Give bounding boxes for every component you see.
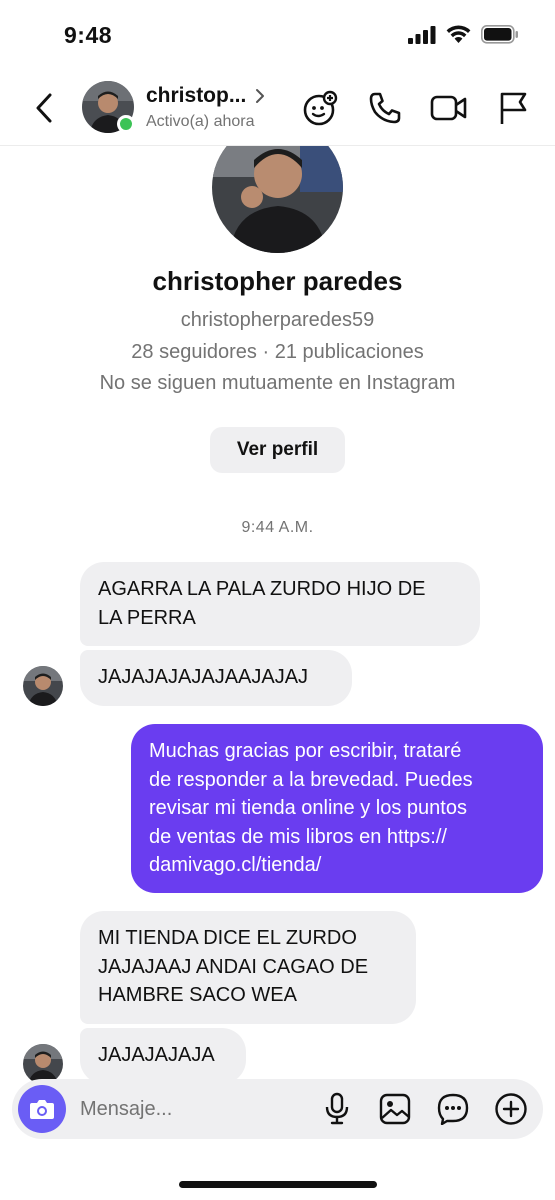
profile-stats: 28 seguidores · 21 publicaciones — [131, 341, 424, 363]
profile-mutual-status: No se siguen mutuamente en Instagram — [99, 372, 456, 394]
sender-avatar[interactable] — [23, 666, 63, 706]
header-actions — [301, 88, 533, 128]
wifi-icon — [446, 25, 471, 49]
message-input[interactable] — [80, 1091, 300, 1127]
gallery-button[interactable] — [377, 1091, 413, 1127]
voice-message-button[interactable] — [319, 1091, 355, 1127]
chat-sticker-icon — [437, 1093, 469, 1125]
profile-full-name: christopher paredes — [152, 266, 403, 296]
camera-icon — [30, 1100, 54, 1119]
message-bubble-incoming[interactable]: AGARRA LA PALA ZURDO HIJO DE LA PERRA — [80, 562, 480, 646]
sticker-button[interactable] — [435, 1091, 471, 1127]
message-line: de ventas de mis libros en https:// — [149, 825, 447, 848]
message-line: revisar mi tienda online y los puntos — [149, 797, 467, 819]
message-composer — [12, 1079, 543, 1139]
message-bubble-incoming[interactable]: JAJAJAJAJAJAAJAJAJ — [80, 650, 352, 706]
message-line: JAJAJAJAJA — [98, 1044, 215, 1066]
message-line: AGARRA LA PALA ZURDO HIJO DE — [98, 578, 426, 600]
battery-icon — [481, 25, 519, 49]
message-bubble-incoming[interactable]: JAJAJAJAJA — [80, 1028, 246, 1084]
status-time: 9:48 — [64, 22, 113, 48]
video-call-button[interactable] — [429, 88, 469, 128]
more-options-button[interactable] — [493, 1091, 529, 1127]
message-bubble-outgoing[interactable]: Muchas gracias por escribir, trataré de … — [131, 724, 543, 893]
profile-username: christopherparedes59 — [180, 309, 375, 331]
message-timestamp: 9:44 A.M. — [241, 519, 314, 536]
message-line: MI TIENDA DICE EL ZURDO — [98, 927, 357, 949]
chevron-left-icon — [36, 93, 52, 123]
audio-call-button[interactable] — [365, 88, 405, 128]
effects-button[interactable] — [301, 88, 341, 128]
contact-status: Activo(a) ahora — [146, 113, 255, 130]
contact-name-row[interactable]: christop... — [146, 84, 266, 108]
home-indicator[interactable] — [179, 1181, 377, 1188]
view-profile-button[interactable]: Ver perfil — [210, 427, 345, 473]
message-line: JAJAJAJAJAJAAJAJAJ — [98, 666, 309, 688]
sticker-smile-icon — [303, 90, 338, 126]
microphone-icon — [325, 1092, 349, 1125]
flag-icon — [500, 92, 527, 124]
plus-circle-icon — [495, 1093, 527, 1125]
message-bubble-incoming[interactable]: MI TIENDA DICE EL ZURDO JAJAJAAJ ANDAI C… — [80, 911, 416, 1024]
message-line: LA PERRA — [98, 606, 196, 629]
composer-actions — [319, 1091, 529, 1127]
status-bar: 9:48 — [0, 0, 555, 70]
contact-name: christop... — [146, 84, 247, 107]
online-indicator — [117, 115, 135, 133]
signal-icon — [408, 25, 436, 49]
video-camera-icon — [430, 95, 467, 121]
status-icons — [408, 25, 519, 49]
image-icon — [379, 1093, 411, 1125]
message-line: HAMBRE SACO WEA — [98, 984, 297, 1006]
message-line: de responder a la brevedad. Puedes — [149, 768, 473, 791]
camera-button[interactable] — [18, 1085, 66, 1133]
chevron-right-icon — [256, 89, 265, 103]
chat-header: christop... Activo(a) ahora — [0, 70, 555, 146]
sender-avatar[interactable] — [23, 1044, 63, 1084]
phone-icon — [369, 92, 401, 124]
message-line: JAJAJAAJ ANDAI CAGAO DE — [98, 955, 369, 978]
message-line: Muchas gracias por escribir, trataré — [149, 740, 462, 762]
back-button[interactable] — [30, 90, 60, 126]
message-link[interactable]: damivago.cl/tienda/ — [149, 851, 525, 880]
report-button[interactable] — [493, 88, 533, 128]
